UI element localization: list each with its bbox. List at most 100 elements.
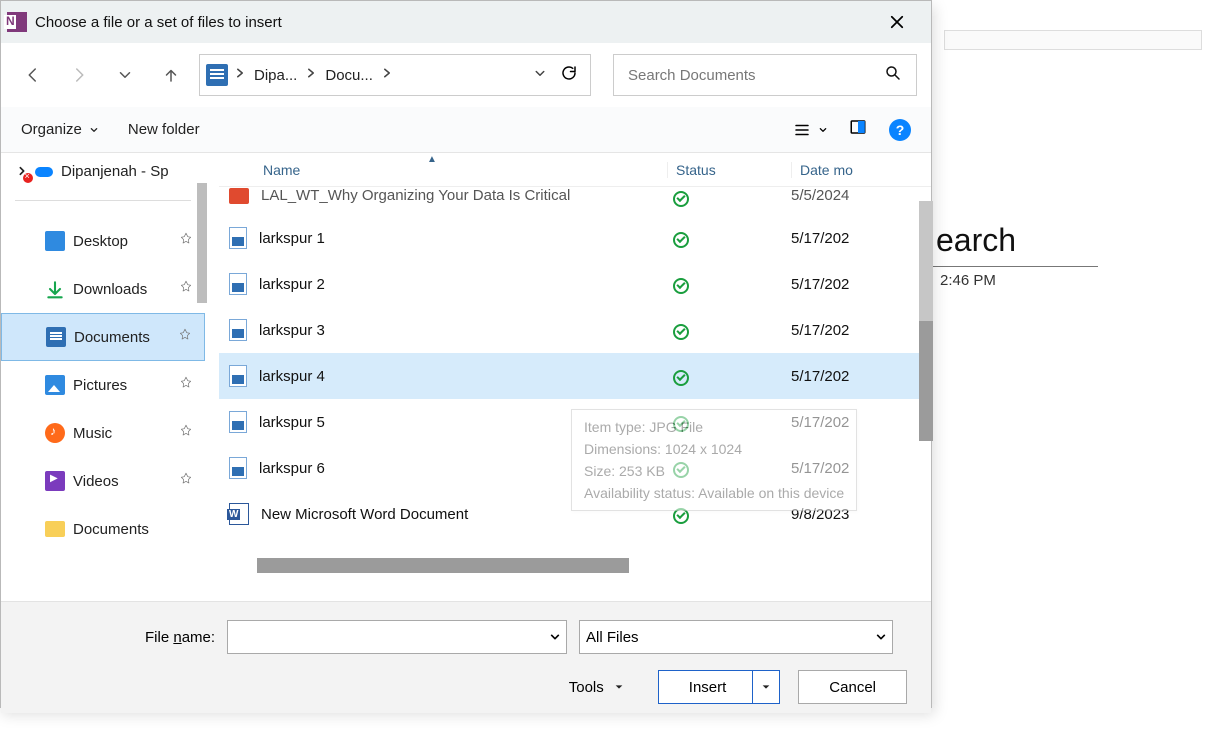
tree-item-music[interactable]: Music — [1, 409, 205, 457]
tree-divider — [15, 200, 191, 201]
desktop-icon — [45, 231, 65, 251]
toolbar: Organize New folder ? — [1, 107, 931, 153]
forward-button[interactable] — [61, 57, 97, 93]
search-input[interactable]: Search Documents — [613, 54, 917, 96]
col-date[interactable]: Date mo — [791, 162, 931, 178]
image-file-icon — [229, 319, 247, 341]
new-folder-button[interactable]: New folder — [128, 121, 200, 138]
col-status[interactable]: Status — [667, 162, 791, 178]
tree-item-label: Documents — [74, 329, 150, 346]
cloud-icon — [33, 165, 55, 179]
horizontal-scrollbar[interactable] — [257, 558, 629, 573]
file-name: larkspur 4 — [259, 368, 325, 385]
file-name-label: File name: — [145, 629, 215, 646]
dialog-title: Choose a file or a set of files to inser… — [35, 14, 282, 31]
insert-button[interactable]: Insert — [658, 670, 781, 704]
file-row[interactable]: larkspur 25/17/202 — [219, 261, 931, 307]
file-name: larkspur 2 — [259, 276, 325, 293]
sort-indicator-icon: ▲ — [427, 154, 437, 165]
location-icon — [206, 64, 228, 86]
tree-item-label: Documents — [73, 521, 149, 538]
pics-icon — [45, 375, 65, 395]
chevron-right-icon[interactable] — [381, 66, 393, 84]
pin-icon — [179, 280, 193, 298]
close-button[interactable] — [875, 4, 919, 40]
file-tooltip: Item type: JPG File Dimensions: 1024 x 1… — [571, 409, 857, 511]
column-headers: Name ▲ Status Date mo — [219, 153, 931, 187]
status-available-icon — [673, 324, 689, 340]
file-date: 5/5/2024 — [791, 187, 931, 204]
tools-menu[interactable]: Tools — [569, 679, 624, 696]
tree-item-pictures[interactable]: Pictures — [1, 361, 205, 409]
music-icon — [45, 423, 65, 443]
insert-split-dropdown[interactable] — [752, 671, 779, 703]
organize-menu[interactable]: Organize — [21, 121, 98, 138]
pin-icon — [179, 424, 193, 442]
file-row[interactable]: LAL_WT_Why Organizing Your Data Is Criti… — [219, 187, 931, 215]
vid-icon — [45, 471, 65, 491]
tree-item-downloads[interactable]: Downloads — [1, 265, 205, 313]
folder-icon — [45, 521, 65, 537]
help-button[interactable]: ? — [889, 119, 911, 141]
file-name-input[interactable] — [227, 620, 567, 654]
tree-item-label: Videos — [73, 473, 119, 490]
file-name: larkspur 5 — [259, 414, 325, 431]
tree-item-label: Desktop — [73, 233, 128, 250]
breadcrumb-seg-1[interactable]: Docu... — [323, 65, 375, 86]
file-date: 5/17/202 — [791, 322, 931, 339]
nav-tree: Dipanjenah - Sp Desktop Downloads Document… — [1, 153, 205, 601]
tree-item-documents[interactable]: Documents — [1, 313, 205, 361]
address-history-dropdown[interactable] — [534, 66, 546, 84]
file-row[interactable]: larkspur 15/17/202 — [219, 215, 931, 261]
file-name: larkspur 3 — [259, 322, 325, 339]
file-type-filter[interactable]: All Files — [579, 620, 893, 654]
bg-divider — [930, 266, 1098, 267]
image-file-icon — [229, 365, 247, 387]
sync-error-icon — [23, 173, 33, 183]
tree-item-label: Downloads — [73, 281, 147, 298]
tree-item-videos[interactable]: Videos — [1, 457, 205, 505]
image-file-icon — [229, 457, 247, 479]
preview-pane-toggle[interactable] — [849, 118, 867, 141]
breadcrumb-seg-0[interactable]: Dipa... — [252, 65, 299, 86]
file-list: Name ▲ Status Date mo LAL_WT_Why Organiz… — [205, 153, 931, 601]
bg-title-fragment: earch — [936, 222, 1016, 259]
cancel-button[interactable]: Cancel — [798, 670, 907, 704]
chevron-down-icon[interactable] — [550, 629, 560, 646]
view-menu[interactable] — [793, 121, 827, 139]
chevron-right-icon[interactable] — [305, 66, 317, 84]
tree-item-label: Music — [73, 425, 112, 442]
back-button[interactable] — [15, 57, 51, 93]
file-row[interactable]: larkspur 3 5/17/202 — [219, 307, 931, 353]
pin-icon — [179, 376, 193, 394]
file-name: LAL_WT_Why Organizing Your Data Is Criti… — [261, 187, 570, 204]
chevron-down-icon[interactable] — [876, 629, 886, 646]
status-available-icon — [673, 232, 689, 248]
pin-icon — [179, 232, 193, 250]
dl-icon — [45, 279, 65, 299]
file-name: larkspur 1 — [259, 230, 325, 247]
chevron-right-icon[interactable] — [234, 66, 246, 84]
file-icon — [229, 188, 249, 204]
image-file-icon — [229, 273, 247, 295]
status-available-icon — [673, 191, 689, 207]
tree-item-label: Pictures — [73, 377, 127, 394]
file-name: New Microsoft Word Document — [261, 506, 468, 523]
address-bar[interactable]: Dipa... Docu... — [199, 54, 591, 96]
onedrive-account[interactable]: Dipanjenah - Sp — [1, 159, 205, 184]
recent-dropdown[interactable] — [107, 57, 143, 93]
tree-item-desktop[interactable]: Desktop — [1, 217, 205, 265]
tree-item-documents[interactable]: Documents — [1, 505, 205, 553]
bg-timestamp: 2:46 PM — [940, 272, 996, 289]
refresh-button[interactable] — [560, 64, 578, 87]
status-available-icon — [673, 278, 689, 294]
pin-icon — [178, 328, 192, 346]
nav-row: Dipa... Docu... Search Documents — [1, 43, 931, 107]
vertical-scrollbar-thumb[interactable] — [919, 321, 933, 441]
file-row[interactable]: larkspur 4 5/17/202 — [219, 353, 931, 399]
search-placeholder: Search Documents — [628, 67, 884, 84]
up-button[interactable] — [153, 57, 189, 93]
onenote-icon — [7, 12, 27, 32]
file-date: 5/17/202 — [791, 368, 931, 385]
col-name[interactable]: Name ▲ — [219, 162, 667, 178]
